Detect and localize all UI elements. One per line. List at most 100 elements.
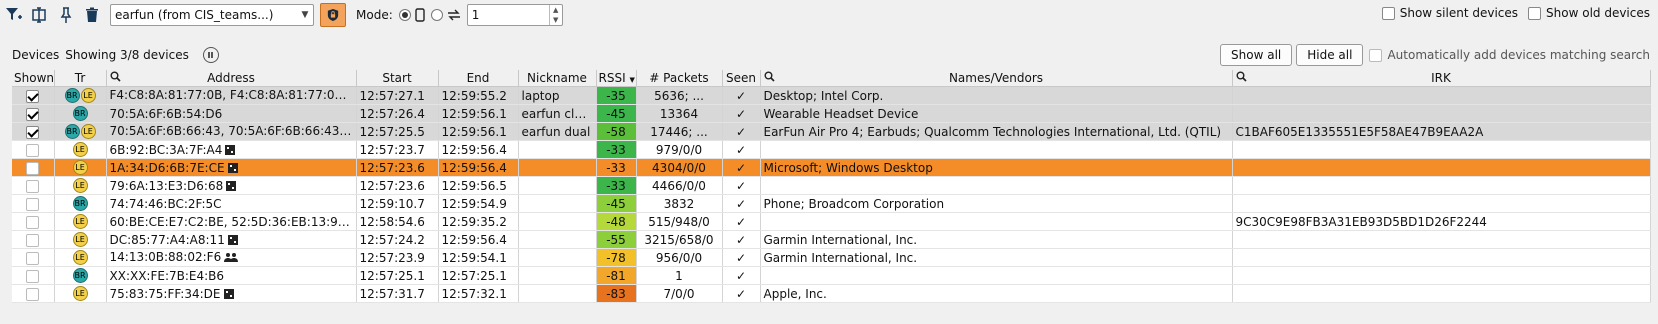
seen-cell: ✓ (722, 266, 761, 285)
end-cell: 12:59:55.2 (438, 86, 519, 105)
shown-checkbox[interactable] (26, 179, 40, 193)
packets-cell: 3215/658/0 (636, 230, 723, 249)
shown-checkbox[interactable] (26, 107, 40, 121)
table-row[interactable]: BR LE F4:C8:8A:81:77:0B, F4:C8:8A:81:77:0B… (12, 86, 1651, 105)
spinner-up-icon[interactable]: ▲ (550, 5, 562, 15)
session-select-value: earfun (from CIS_teams...) (115, 8, 274, 22)
table-row[interactable]: LE 6B:92:BC:3A:7F:A4 12:57:23.7 12:59:56.4 -… (12, 140, 1651, 159)
table-row[interactable]: LE 60:BE:CE:E7:C2:BE, 52:5D:36:EB:13:94, … (12, 212, 1651, 231)
shown-cell[interactable] (12, 176, 55, 195)
col-nickname[interactable]: Nickname (518, 70, 597, 87)
col-tr[interactable]: Tr (54, 70, 107, 87)
names-cell (760, 176, 1233, 195)
filter-add-icon[interactable] (2, 3, 26, 27)
shown-cell[interactable] (12, 212, 55, 231)
col-shown[interactable]: Shown (12, 70, 55, 87)
shown-cell[interactable] (12, 230, 55, 249)
col-start[interactable]: Start (356, 70, 439, 87)
col-names[interactable]: Names/Vendors (760, 70, 1233, 87)
column-select-icon[interactable] (28, 3, 52, 27)
start-cell: 12:57:31.7 (356, 284, 439, 303)
irk-cell (1232, 248, 1651, 267)
col-seen[interactable]: Seen (722, 70, 761, 87)
table-row[interactable]: LE DC:85:77:A4:A8:11 12:57:24.2 12:59:56.4 -… (12, 230, 1651, 249)
shown-checkbox[interactable] (26, 269, 40, 283)
show-old-checkbox[interactable] (1528, 6, 1542, 20)
shown-checkbox[interactable] (26, 197, 40, 211)
col-packets[interactable]: # Packets (636, 70, 723, 87)
address-cell: DC:85:77:A4:A8:11 (106, 230, 357, 249)
shown-cell[interactable] (12, 140, 55, 159)
sort-desc-icon: ▼ (629, 76, 635, 84)
transport-cell: LE (54, 248, 107, 267)
rssi-cell: -58 (596, 122, 637, 141)
show-all-button[interactable]: Show all (1220, 44, 1293, 66)
end-cell: 12:59:56.4 (438, 230, 519, 249)
spinner-buttons[interactable]: ▲ ▼ (548, 5, 562, 25)
auto-add-checkbox[interactable] (1369, 48, 1383, 62)
show-silent-checkbox[interactable] (1381, 6, 1395, 20)
shown-checkbox[interactable] (26, 233, 40, 247)
mode-count-value: 1 (471, 8, 480, 22)
irk-cell: C1BAF605E1335551E5F58AE47B9EAA2A (1232, 122, 1651, 141)
trash-icon[interactable] (80, 3, 104, 27)
shown-cell[interactable] (12, 158, 55, 177)
names-cell: Apple, Inc. (760, 284, 1233, 303)
shown-cell[interactable] (12, 122, 55, 141)
random-address-icon (227, 235, 238, 245)
shown-checkbox[interactable] (26, 125, 40, 139)
table-row[interactable]: BR XX:XX:FE:7B:E4:B6 12:57:25.1 12:57:25.1 -… (12, 266, 1651, 285)
pin-icon[interactable] (54, 3, 78, 27)
table-row[interactable]: LE 75:83:75:FF:34:DE 12:57:31.7 12:57:32.1 -… (12, 284, 1651, 303)
rssi-cell: -35 (596, 86, 637, 105)
shown-cell[interactable] (12, 194, 55, 213)
names-cell (760, 140, 1233, 159)
le-badge: LE (80, 124, 96, 139)
lock-toggle-button[interactable] (320, 3, 346, 27)
table-row[interactable]: BR 74:74:46:BC:2F:5C 12:59:10.7 12:59:54.9 -… (12, 194, 1651, 213)
address-text: F4:C8:8A:81:77:0B, F4:C8:8A:81:77:0B (109, 88, 343, 103)
shown-checkbox[interactable] (26, 161, 40, 175)
hide-all-button[interactable]: Hide all (1296, 44, 1364, 66)
search-icon[interactable] (764, 71, 775, 85)
search-icon[interactable] (1236, 71, 1247, 85)
show-old-label: Show old devices (1546, 6, 1650, 20)
col-nickname-label: Nickname (527, 71, 587, 85)
col-irk[interactable]: IRK (1232, 70, 1651, 87)
devices-table: Shown Tr Address Start End Nickname RSSI… (12, 70, 1651, 303)
br-badge: BR (64, 124, 80, 139)
shown-checkbox[interactable] (26, 251, 40, 265)
shown-checkbox[interactable] (26, 215, 40, 229)
shown-cell[interactable] (12, 248, 55, 267)
seen-cell: ✓ (722, 212, 761, 231)
mode-radio-single[interactable] (398, 9, 411, 21)
table-row[interactable]: BR LE 70:5A:6F:6B:66:43, 70:5A:6F:6B:66:43… (12, 122, 1651, 141)
shown-checkbox[interactable] (26, 143, 40, 157)
shown-checkbox[interactable] (26, 287, 40, 301)
table-row[interactable]: BR 70:5A:6F:6B:54:D6 12:57:26.4 12:59:56.1 e… (12, 104, 1651, 123)
shown-cell[interactable] (12, 104, 55, 123)
packets-cell: 1 (636, 266, 723, 285)
pause-icon[interactable] (202, 47, 219, 63)
search-icon[interactable] (110, 71, 121, 85)
irk-cell (1232, 158, 1651, 177)
table-row[interactable]: LE 14:13:0B:88:02:F6 12:57:23.9 12:59:54.1 -… (12, 248, 1651, 267)
packets-cell: 979/0/0 (636, 140, 723, 159)
mode-radio-exchange[interactable] (430, 9, 443, 21)
spinner-down-icon[interactable]: ▼ (550, 15, 562, 25)
transport-cell: LE (54, 158, 107, 177)
table-row[interactable]: LE 79:6A:13:E3:D6:68 12:57:23.6 12:59:56.5 -… (12, 176, 1651, 195)
mode-count-spinner[interactable]: 1 ▲ ▼ (466, 4, 563, 26)
address-cell: 14:13:0B:88:02:F6 (106, 248, 357, 267)
col-address[interactable]: Address (106, 70, 357, 87)
shown-cell[interactable] (12, 86, 55, 105)
shown-checkbox[interactable] (26, 89, 40, 103)
le-badge: LE (72, 232, 88, 247)
session-select[interactable]: earfun (from CIS_teams...) ▼ (110, 4, 314, 26)
shown-cell[interactable] (12, 266, 55, 285)
shown-cell[interactable] (12, 284, 55, 303)
col-rssi[interactable]: RSSI ▼ (596, 70, 637, 87)
seen-cell: ✓ (722, 86, 761, 105)
table-row[interactable]: LE 1A:34:D6:6B:7E:CE 12:57:23.6 12:59:56.4 -… (12, 158, 1651, 177)
col-end[interactable]: End (438, 70, 519, 87)
